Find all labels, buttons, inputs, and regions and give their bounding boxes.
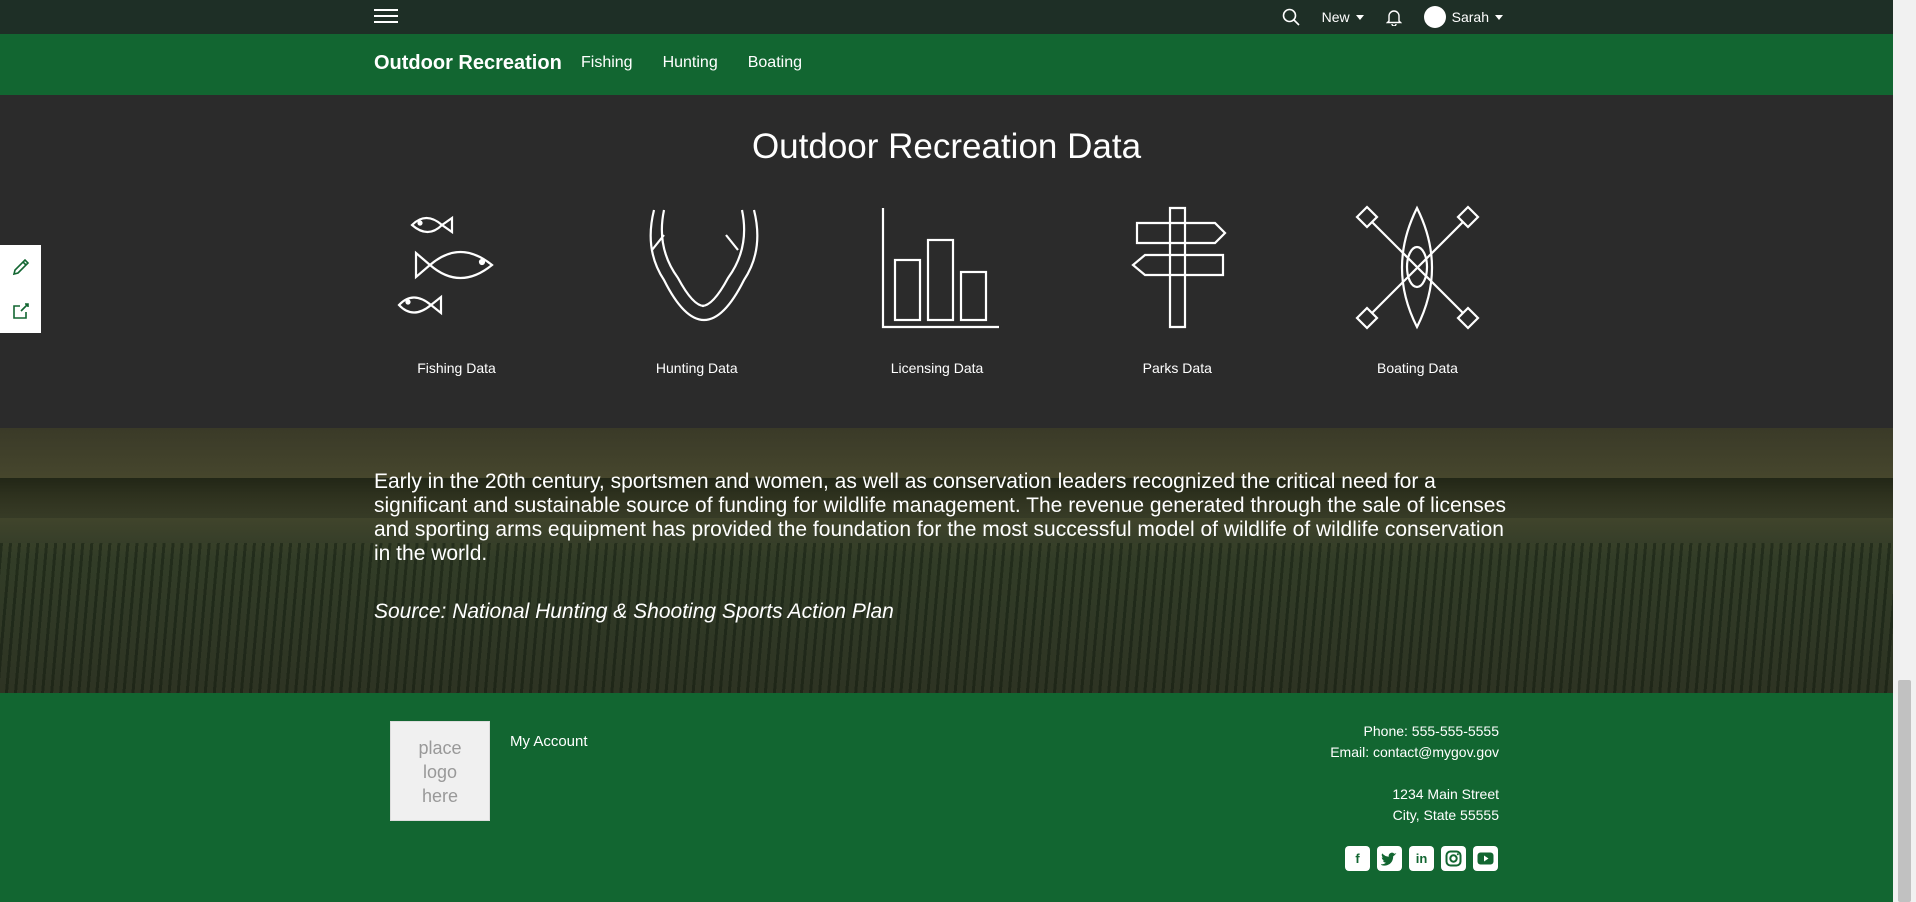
card-label: Hunting Data — [655, 360, 738, 376]
card-label: Licensing Data — [890, 360, 984, 376]
data-section: Outdoor Recreation Data Fishing Data Hun… — [0, 95, 1893, 428]
top-bar: New Sarah — [0, 0, 1893, 34]
nav-links: Fishing Hunting Boating — [581, 54, 802, 72]
nav-link-fishing[interactable]: Fishing — [581, 54, 633, 72]
card-label: Fishing Data — [417, 360, 496, 376]
site-footer: place logo here My Account Phone: 555-55… — [0, 693, 1893, 902]
fish-icon — [397, 215, 494, 316]
my-account-link[interactable]: My Account — [510, 733, 588, 750]
nav-link-boating[interactable]: Boating — [748, 54, 802, 72]
share-button[interactable] — [0, 289, 41, 333]
scrollbar-thumb[interactable] — [1898, 680, 1911, 902]
top-bar-actions: New Sarah — [1282, 0, 1503, 34]
hero-text: Early in the 20th century, sportsmen and… — [374, 470, 1514, 624]
data-cards: Fishing Data Hunting Data Licensing Data — [374, 205, 1500, 376]
site-nav: Outdoor Recreation Fishing Hunting Boati… — [0, 34, 1893, 95]
hero-paragraph: Early in the 20th century, sportsmen and… — [374, 470, 1506, 565]
youtube-icon[interactable] — [1473, 846, 1498, 871]
kayak-icon — [1355, 205, 1480, 330]
card-boating-data[interactable]: Boating Data — [1335, 205, 1500, 376]
footer-address-line1: 1234 Main Street — [1392, 786, 1499, 802]
twitter-icon[interactable] — [1377, 846, 1402, 871]
notifications-button[interactable] — [1385, 8, 1402, 26]
share-icon — [12, 303, 29, 319]
logo-text-line: here — [421, 786, 459, 806]
chevron-down-icon — [1495, 14, 1503, 20]
hero-source: Source: National Hunting & Shooting Spor… — [374, 600, 894, 623]
new-label: New — [1321, 9, 1350, 25]
hero-banner: Early in the 20th century, sportsmen and… — [0, 428, 1893, 693]
logo-text-line: logo — [422, 762, 458, 782]
section-title: Outdoor Recreation Data — [751, 127, 1142, 166]
antlers-icon — [649, 209, 759, 322]
bell-icon — [1385, 10, 1402, 26]
nav-link-hunting[interactable]: Hunting — [663, 54, 718, 72]
pencil-icon — [12, 258, 29, 276]
logo-text-line: place — [418, 738, 462, 758]
page-scrollbar[interactable] — [1893, 0, 1916, 902]
site-brand[interactable]: Outdoor Recreation — [374, 52, 562, 75]
avatar — [1423, 6, 1446, 28]
new-dropdown[interactable]: New — [1322, 9, 1364, 25]
chevron-down-icon — [1355, 14, 1364, 20]
signpost-icon — [1131, 206, 1227, 329]
footer-phone: Phone: 555-555-5555 — [1363, 723, 1499, 739]
footer-email[interactable]: Email: contact@mygov.gov — [1330, 742, 1499, 763]
linkedin-icon[interactable]: in — [1409, 846, 1434, 871]
user-name: Sarah — [1451, 9, 1489, 25]
card-fishing-data[interactable]: Fishing Data — [374, 205, 539, 376]
card-licensing-data[interactable]: Licensing Data — [855, 205, 1020, 376]
footer-logo: place logo here — [390, 721, 490, 821]
user-menu[interactable]: Sarah — [1423, 6, 1503, 28]
search-button[interactable] — [1282, 8, 1300, 26]
bar-chart-icon — [881, 208, 999, 329]
card-parks-data[interactable]: Parks Data — [1095, 205, 1260, 376]
card-label: Parks Data — [1142, 360, 1212, 376]
edit-button[interactable] — [0, 245, 41, 289]
instagram-icon[interactable] — [1441, 846, 1466, 871]
social-links: f in — [1345, 846, 1498, 871]
card-hunting-data[interactable]: Hunting Data — [614, 205, 779, 376]
facebook-icon[interactable]: f — [1345, 846, 1370, 871]
card-label: Boating Data — [1377, 360, 1458, 376]
footer-address-line2: City, State 55555 — [1392, 807, 1499, 823]
footer-contact: Phone: 555-555-5555 Email: contact@mygov… — [1330, 721, 1499, 826]
search-icon — [1282, 8, 1300, 26]
menu-icon[interactable] — [374, 5, 398, 29]
side-toolbar — [0, 245, 41, 333]
